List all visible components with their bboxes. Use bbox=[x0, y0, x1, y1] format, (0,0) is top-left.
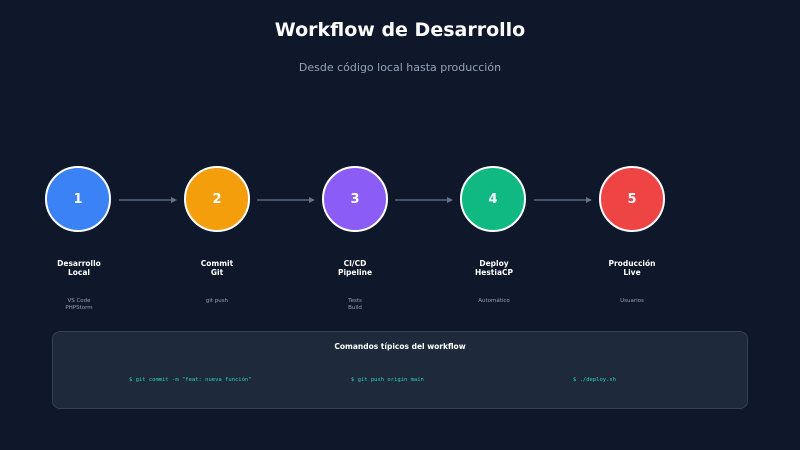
diagram-title: Workflow de Desarrollo bbox=[274, 19, 526, 41]
command-deploy: $ ./deploy.sh bbox=[573, 377, 617, 383]
step-3-label-line-1: CI/CD bbox=[343, 259, 367, 268]
step-4-details: Automático bbox=[434, 298, 554, 305]
step-1-label: Desarrollo Local bbox=[19, 259, 139, 277]
step-2-details: git push bbox=[157, 298, 277, 305]
step-4-label: Deploy HestiaCP bbox=[434, 259, 554, 277]
command-commit: $ git commit -m "feat: nueva función" bbox=[129, 377, 252, 383]
step-2-detail-1: git push bbox=[205, 298, 229, 304]
step-2-label-line-2: Git bbox=[210, 268, 224, 277]
command-push: $ git push origin main bbox=[351, 377, 424, 383]
step-3-label-line-2: Pipeline bbox=[337, 268, 373, 277]
step-3-label: CI/CD Pipeline bbox=[295, 259, 415, 277]
step-5-detail-1: Usuarios bbox=[620, 298, 644, 304]
step-2-label-line-1: Commit bbox=[200, 259, 234, 268]
step-1-detail-1: VS Code bbox=[67, 298, 91, 304]
step-4-circle: 4 bbox=[460, 166, 526, 232]
step-4-detail-1: Automático bbox=[478, 298, 510, 304]
arrow-3-to-4 bbox=[395, 197, 453, 203]
step-4-number: 4 bbox=[488, 191, 498, 207]
step-2-number: 2 bbox=[212, 191, 222, 207]
step-1-label-line-1: Desarrollo bbox=[57, 259, 101, 268]
step-3-number: 3 bbox=[350, 191, 360, 207]
arrow-2-to-3 bbox=[257, 197, 315, 203]
step-5-circle: 5 bbox=[599, 166, 665, 232]
arrow-1-to-2 bbox=[119, 197, 177, 203]
step-4-label-line-1: Deploy bbox=[479, 259, 509, 268]
step-5-label-line-2: Live bbox=[623, 268, 641, 277]
step-2-label: Commit Git bbox=[157, 259, 277, 277]
step-3-circle: 3 bbox=[322, 166, 388, 232]
step-1-detail-2: PHPStorm bbox=[65, 305, 93, 311]
step-4-label-line-2: HestiaCP bbox=[474, 268, 514, 277]
arrow-4-to-5 bbox=[534, 197, 592, 203]
step-5-details: Usuarios bbox=[572, 298, 692, 305]
step-1-details: VS Code PHPStorm bbox=[19, 298, 139, 312]
step-5-label: Producción Live bbox=[572, 259, 692, 277]
step-1-number: 1 bbox=[73, 191, 83, 207]
step-3-detail-2: Build bbox=[348, 305, 362, 311]
commands-panel: Comandos típicos del workflow $ git comm… bbox=[52, 331, 748, 409]
step-3-detail-1: Tests bbox=[348, 298, 362, 304]
step-1-circle: 1 bbox=[45, 166, 111, 232]
step-5-label-line-1: Producción bbox=[608, 259, 656, 268]
step-2-circle: 2 bbox=[184, 166, 250, 232]
step-1-label-line-2: Local bbox=[67, 268, 90, 277]
step-5-number: 5 bbox=[627, 191, 637, 207]
commands-panel-title: Comandos típicos del workflow bbox=[334, 342, 466, 351]
diagram-subtitle: Desde código local hasta producción bbox=[298, 61, 502, 74]
step-3-details: Tests Build bbox=[295, 298, 415, 312]
